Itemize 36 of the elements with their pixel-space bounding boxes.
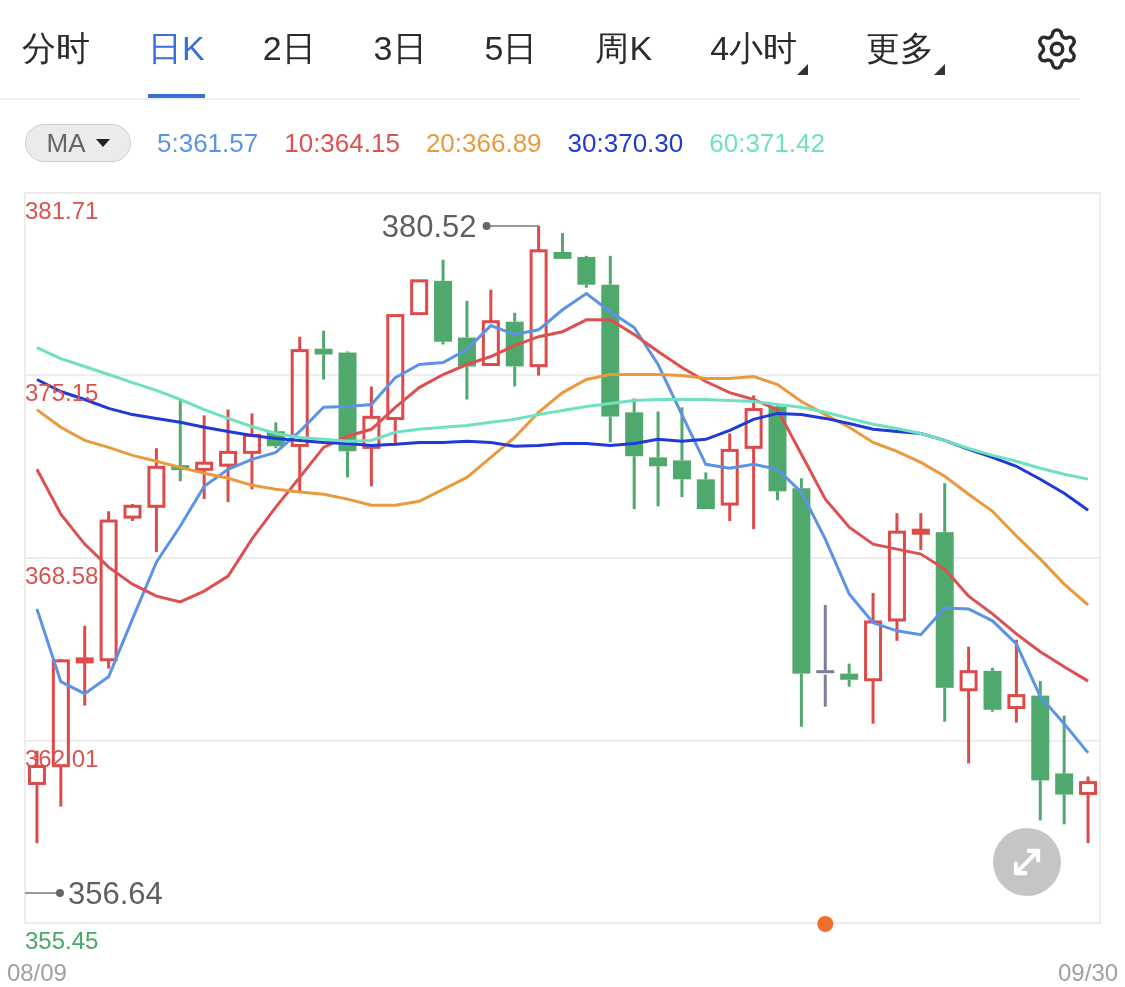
period-tab[interactable]: 周K: [595, 0, 653, 98]
price-axis-label: 381.71: [25, 197, 99, 224]
candlestick: [911, 513, 930, 550]
candlestick: [410, 279, 429, 316]
candlestick: [266, 422, 285, 449]
period-tab[interactable]: 日K: [148, 0, 205, 98]
ma-legend-value: 5:361.57: [157, 127, 259, 159]
leader-line: [24, 889, 64, 897]
event-dot[interactable]: [817, 916, 834, 932]
candlestick: [553, 233, 572, 261]
candlestick: [123, 504, 142, 522]
ma-legend-value: 20:366.89: [425, 127, 542, 159]
caret-icon: [95, 139, 110, 147]
period-tab[interactable]: 2日: [262, 0, 316, 98]
high-price-label: 380.52: [381, 209, 477, 245]
period-tab[interactable]: 4小时: [710, 0, 809, 98]
date-axis-label: 09/30: [1058, 959, 1119, 986]
candlestick: [696, 472, 715, 511]
period-tab[interactable]: 5日: [484, 0, 538, 98]
candlestick: [1079, 776, 1098, 844]
leader-line: [482, 222, 540, 231]
low-price-label: 356.64: [67, 876, 163, 911]
candlestick: [314, 330, 333, 380]
candlestick: [840, 663, 859, 687]
candlestick: [983, 667, 1002, 712]
indicator-dropdown[interactable]: MA: [25, 124, 131, 162]
price-axis-label: 368.58: [25, 562, 99, 589]
ma-legend-value: 30:370.30: [567, 127, 684, 159]
ma-legend-value: 10:364.15: [284, 127, 400, 159]
period-tab[interactable]: 更多: [866, 0, 946, 98]
price-axis-label: 355.45: [25, 927, 99, 954]
period-tab[interactable]: 分时: [22, 0, 90, 98]
date-axis-label: 08/09: [6, 959, 67, 986]
period-tab[interactable]: 3日: [373, 0, 427, 98]
ma-legend-value: 60:371.42: [709, 127, 825, 159]
candlestick: [577, 255, 596, 288]
